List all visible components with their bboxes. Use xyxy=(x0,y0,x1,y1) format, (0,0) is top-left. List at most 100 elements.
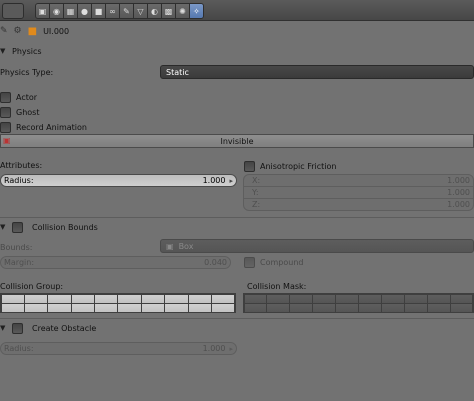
aniso-x-label: X: xyxy=(252,176,261,185)
radius-field[interactable]: Radius: 1.000 ▸ xyxy=(0,174,237,187)
collision-mask-layer[interactable] xyxy=(243,302,268,313)
context-tabs: ▣ ◉ ▦ ● ■ ∞ ✎ ▽ ◐ ▩ ✺ ✧ xyxy=(35,3,204,19)
attributes-label: Attributes: xyxy=(0,161,43,170)
collision-mask-label: Collision Mask: xyxy=(247,282,307,291)
create-obstacle-title: Create Obstacle xyxy=(32,323,97,333)
aniso-x-value: 1.000 xyxy=(447,176,470,185)
cube-icon[interactable]: ■ xyxy=(91,3,106,19)
editor-type-button[interactable] xyxy=(2,3,24,19)
collision-mask-layer[interactable] xyxy=(380,302,405,313)
collision-group-label: Collision Group: xyxy=(0,282,64,291)
object-cube-icon: ■ xyxy=(27,25,38,37)
compound-checkbox[interactable]: Compound xyxy=(244,257,303,268)
create-obstacle-panel-header[interactable]: ▼ Create Obstacle xyxy=(0,320,474,336)
collision-group-layer[interactable] xyxy=(94,302,119,313)
obstacle-radius-increment-arrow[interactable]: ▸ xyxy=(229,345,233,353)
anisotropic-friction-check[interactable] xyxy=(244,161,255,172)
triangle-icon[interactable]: ▽ xyxy=(133,3,148,19)
collision-mask-layer[interactable] xyxy=(266,302,291,313)
sparkle-icon[interactable]: ✺ xyxy=(175,3,190,19)
collision-group-layer[interactable] xyxy=(70,302,96,313)
object-icon[interactable]: ▦ xyxy=(63,3,78,19)
bounds-select[interactable]: ▣ Box xyxy=(160,239,474,253)
margin-value: 0.040 xyxy=(204,258,227,267)
camera-icon[interactable]: ▣ xyxy=(35,3,50,19)
collapse-triangle-icon: ▼ xyxy=(0,324,6,332)
collision-bounds-check[interactable] xyxy=(12,221,23,233)
ghost-label: Ghost xyxy=(16,108,40,117)
aniso-z-value: 1.000 xyxy=(447,200,470,209)
ghost-check[interactable] xyxy=(0,107,11,118)
object-name: UI.000 xyxy=(43,26,70,36)
invisible-toggle-button[interactable]: ▣ Invisible xyxy=(0,134,474,148)
collision-mask-layer[interactable] xyxy=(403,302,428,313)
aniso-y-value: 1.000 xyxy=(447,188,470,197)
aniso-y-label: Y: xyxy=(252,188,259,197)
collision-group-layer[interactable] xyxy=(0,302,25,313)
compound-label: Compound xyxy=(260,258,304,267)
collapse-triangle-icon: ▼ xyxy=(0,47,6,55)
bounds-value: Box xyxy=(178,241,194,251)
collision-group-layer[interactable] xyxy=(211,302,236,313)
record-animation-label: Record Animation xyxy=(16,123,87,132)
radius-increment-arrow[interactable]: ▸ xyxy=(229,177,233,185)
collision-group-layer[interactable] xyxy=(187,302,213,313)
actor-check[interactable] xyxy=(0,92,11,103)
link-icon[interactable]: ∞ xyxy=(105,3,120,19)
obstacle-radius-value: 1.000 xyxy=(202,344,226,353)
collision-group-layer[interactable] xyxy=(23,302,49,313)
collision-group-layer[interactable] xyxy=(164,302,189,313)
collision-group-grid[interactable] xyxy=(0,293,236,313)
physics-panel-header[interactable]: ▼ Physics xyxy=(0,43,474,59)
pin-icon[interactable]: ✎ xyxy=(0,26,8,36)
collision-group-layer[interactable] xyxy=(117,302,142,313)
record-animation-check[interactable] xyxy=(0,122,11,133)
physics-panel-title: Physics xyxy=(12,46,42,56)
physics-type-select[interactable]: Static xyxy=(160,65,474,79)
collision-group-layer[interactable] xyxy=(140,302,166,313)
invisible-icon: ▣ xyxy=(3,136,11,145)
obstacle-radius-field[interactable]: Radius: 1.000 ▸ xyxy=(0,342,237,355)
collision-mask-layer[interactable] xyxy=(289,302,314,313)
breadcrumb: ✎ ⚙ ■ UI.000 xyxy=(0,24,69,38)
collision-bounds-panel-header[interactable]: ▼ Collision Bounds xyxy=(0,219,474,235)
physics-type-value: Static xyxy=(166,67,189,77)
collision-group-layer[interactable] xyxy=(47,302,72,313)
margin-field[interactable]: Margin: 0.040 xyxy=(0,256,231,269)
margin-label: Margin: xyxy=(4,258,35,267)
collision-mask-layer[interactable] xyxy=(312,302,337,313)
record-animation-checkbox[interactable]: Record Animation xyxy=(0,122,87,133)
invisible-label: Invisible xyxy=(220,136,254,146)
bounds-label: Bounds: xyxy=(0,243,33,252)
obstacle-radius-label: Radius: xyxy=(4,344,34,353)
collision-bounds-title: Collision Bounds xyxy=(32,222,98,232)
collapse-triangle-icon: ▼ xyxy=(0,223,6,231)
aniso-z-label: Z: xyxy=(252,200,261,209)
collision-mask-layer[interactable] xyxy=(335,302,359,313)
sphere-icon[interactable]: ◐ xyxy=(147,3,162,19)
panel-divider xyxy=(0,217,474,218)
collision-mask-grid[interactable] xyxy=(243,293,474,313)
actor-checkbox[interactable]: Actor xyxy=(0,92,37,103)
physics-icon[interactable]: ✧ xyxy=(189,3,204,19)
compound-check[interactable] xyxy=(244,257,255,268)
anisotropic-friction-label: Anisotropic Friction xyxy=(260,162,337,171)
collision-mask-layer[interactable] xyxy=(426,302,451,313)
ghost-checkbox[interactable]: Ghost xyxy=(0,107,39,118)
actor-label: Actor xyxy=(16,93,38,102)
radius-value: 1.000 xyxy=(202,176,226,185)
radius-label: Radius: xyxy=(4,176,34,185)
aniso-z-field[interactable]: Z: 1.000 xyxy=(243,198,474,211)
globe-icon[interactable]: ● xyxy=(77,3,92,19)
create-obstacle-check[interactable] xyxy=(12,322,23,334)
anisotropic-friction-checkbox[interactable]: Anisotropic Friction xyxy=(244,161,336,172)
wrench-icon[interactable]: ✎ xyxy=(119,3,134,19)
collision-mask-layer[interactable] xyxy=(357,302,382,313)
panel-divider xyxy=(0,318,474,319)
scene-icon: ⚙ xyxy=(13,26,22,36)
collision-mask-layer[interactable] xyxy=(449,302,474,313)
box-icon: ▣ xyxy=(166,241,174,251)
physics-type-label: Physics Type: xyxy=(0,68,54,77)
world-icon[interactable]: ◉ xyxy=(49,3,64,19)
checker-icon[interactable]: ▩ xyxy=(161,3,176,19)
